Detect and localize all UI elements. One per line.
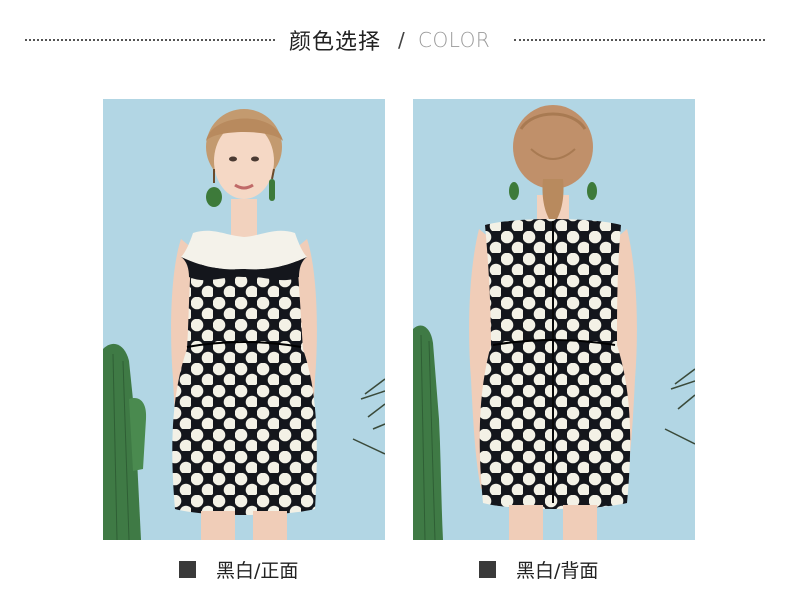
section-subtitle: COLOR xyxy=(418,28,491,52)
section-title: 颜色选择 xyxy=(289,30,382,55)
model-front-image xyxy=(103,99,385,540)
product-photo-front[interactable] xyxy=(103,99,385,540)
color-option-label: 黑白/正面 xyxy=(216,559,299,582)
color-option-front[interactable]: 黑白/正面 xyxy=(179,556,298,582)
title-separator: / xyxy=(398,28,405,52)
section-header: 颜色选择 / COLOR xyxy=(0,22,790,58)
header-rule-left xyxy=(25,39,275,41)
color-swatch-icon xyxy=(479,560,496,578)
color-option-back[interactable]: 黑白/背面 xyxy=(479,556,598,582)
color-option-label: 黑白/背面 xyxy=(516,559,599,582)
product-photo-back[interactable] xyxy=(413,99,695,540)
header-rule-right xyxy=(514,39,765,41)
color-swatch-icon xyxy=(179,560,196,578)
model-back-image xyxy=(413,99,695,540)
